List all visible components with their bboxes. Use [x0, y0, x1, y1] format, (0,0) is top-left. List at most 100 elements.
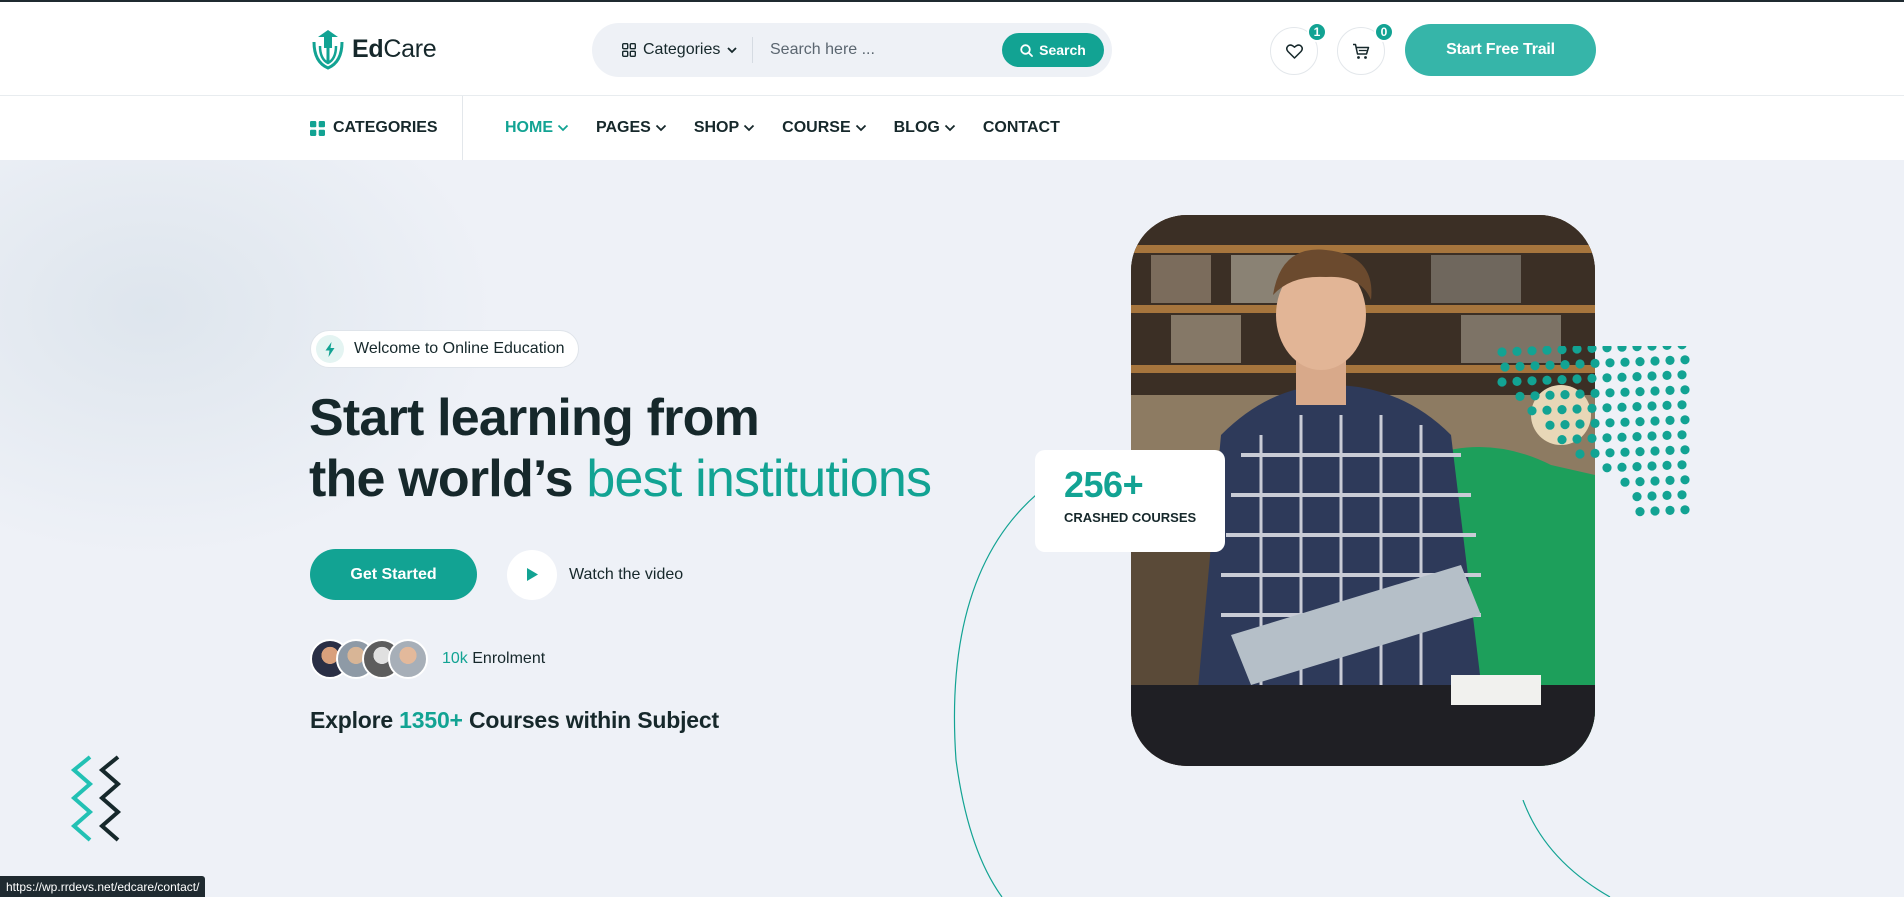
- nav-item-course[interactable]: COURSE: [782, 119, 866, 137]
- pattern-dot: [1617, 432, 1627, 442]
- search-icon: [1020, 43, 1034, 57]
- pattern-dot: [1587, 346, 1597, 353]
- pattern-dot: [1620, 357, 1630, 367]
- pattern-dot: [1605, 448, 1615, 458]
- pattern-dot: [1632, 402, 1642, 412]
- pattern-dot: [1647, 371, 1657, 381]
- pattern-dot: [1590, 418, 1600, 428]
- chevron-down-icon: [744, 124, 755, 132]
- pattern-dot: [1497, 347, 1507, 357]
- search-button-label: Search: [1039, 42, 1086, 58]
- brand-name-bold: Ed: [352, 34, 384, 63]
- search-button[interactable]: Search: [1002, 33, 1104, 67]
- pattern-dot: [1557, 435, 1567, 445]
- nav-item-blog[interactable]: BLOG: [894, 119, 956, 137]
- category-select[interactable]: Categories: [622, 23, 738, 77]
- pattern-dot: [1635, 507, 1645, 517]
- pattern-dot: [1632, 372, 1642, 382]
- dotted-pattern-decoration: [1497, 346, 1690, 517]
- play-icon: [526, 568, 538, 581]
- chevron-down-icon: [655, 124, 666, 132]
- pattern-dot: [1602, 433, 1612, 443]
- pattern-dot: [1527, 406, 1537, 416]
- enrolled-avatars: [310, 639, 428, 679]
- watch-video-label: Watch the video: [569, 565, 684, 583]
- main-navigation: CATEGORIES HOME PAGES SHOP COURSE BLOG C…: [0, 96, 1904, 160]
- pattern-dot: [1572, 346, 1582, 354]
- nav-item-home[interactable]: HOME: [505, 119, 569, 137]
- pattern-dot: [1635, 477, 1645, 487]
- pattern-dot: [1617, 346, 1627, 352]
- pattern-dot: [1605, 418, 1615, 428]
- stat-number: 256+: [1064, 464, 1144, 505]
- nav-item-label: SHOP: [693, 119, 740, 136]
- pattern-dot: [1530, 391, 1540, 401]
- explore-number: 1350+: [399, 707, 463, 733]
- pattern-dot: [1632, 462, 1642, 472]
- brand-name-rest: Care: [383, 34, 437, 63]
- explore-prefix: Explore: [310, 707, 393, 733]
- nav-item-contact[interactable]: CONTACT: [983, 119, 1060, 137]
- pattern-dot: [1635, 357, 1645, 367]
- pattern-dot: [1545, 390, 1555, 400]
- pattern-dot: [1620, 477, 1630, 487]
- pattern-dot: [1572, 434, 1582, 444]
- site-logo[interactable]: EdCare: [310, 28, 437, 70]
- courses-stat-card: 256+ CRASHED COURSES: [1035, 450, 1225, 552]
- nav-categories-button[interactable]: CATEGORIES: [310, 96, 438, 160]
- pattern-dot: [1515, 391, 1525, 401]
- pattern-dot: [1575, 359, 1585, 369]
- decorative-arc-right: [1522, 800, 1611, 897]
- pattern-dot: [1527, 376, 1537, 386]
- pattern-dot: [1662, 370, 1672, 380]
- hero-title-line1: Start learning from: [309, 389, 760, 447]
- pattern-dot: [1647, 491, 1657, 501]
- pattern-dot: [1662, 346, 1672, 350]
- pattern-dot: [1617, 402, 1627, 412]
- welcome-text: Welcome to Online Education: [354, 340, 565, 357]
- nav-item-label: HOME: [505, 119, 553, 136]
- pattern-dot: [1527, 346, 1537, 356]
- watch-video-button[interactable]: Watch the video: [507, 549, 683, 600]
- stat-label: CRASHED COURSES: [1064, 510, 1197, 525]
- category-select-label: Categories: [643, 41, 721, 58]
- pattern-dot: [1647, 346, 1657, 351]
- nav-item-shop[interactable]: SHOP: [694, 119, 755, 137]
- pattern-dot: [1650, 356, 1660, 366]
- pattern-dot: [1557, 375, 1567, 385]
- cart-count-badge: 0: [1374, 22, 1394, 42]
- hero-title: Start learning from the world’s best ins…: [309, 388, 932, 510]
- pattern-dot: [1545, 420, 1555, 430]
- pattern-dot: [1650, 386, 1660, 396]
- cart-button[interactable]: 0: [1337, 22, 1394, 75]
- nav-menu: HOME PAGES SHOP COURSE BLOG CONTACT: [505, 96, 1087, 160]
- pattern-dot: [1515, 361, 1525, 371]
- pattern-dot: [1560, 420, 1570, 430]
- pattern-dot: [1680, 415, 1690, 425]
- pattern-dot: [1632, 492, 1642, 502]
- cart-icon: [1353, 43, 1370, 59]
- get-started-button[interactable]: Get Started: [310, 549, 477, 600]
- wishlist-button[interactable]: 1: [1270, 22, 1327, 75]
- site-header: EdCare Categories Search 1 0 Start Free …: [0, 2, 1904, 96]
- pattern-dot: [1677, 346, 1687, 350]
- pattern-dot: [1647, 431, 1657, 441]
- explore-suffix: Courses within Subject: [468, 707, 719, 733]
- pattern-dot: [1560, 360, 1570, 370]
- pattern-dot: [1680, 505, 1690, 515]
- enrolment-number: 10k: [442, 650, 468, 667]
- nav-item-pages[interactable]: PAGES: [596, 119, 667, 137]
- pattern-dot: [1590, 448, 1600, 458]
- search-input[interactable]: [770, 33, 990, 67]
- welcome-badge: Welcome to Online Education: [310, 330, 580, 368]
- start-free-trial-button[interactable]: Start Free Trail: [1405, 24, 1596, 76]
- enrolment-count: 10k Enrolment: [442, 650, 545, 668]
- pattern-dot: [1575, 449, 1585, 459]
- pattern-dot: [1662, 430, 1672, 440]
- pattern-dot: [1557, 405, 1567, 415]
- pattern-dot: [1647, 401, 1657, 411]
- pattern-dot: [1557, 346, 1567, 355]
- chevron-down-icon: [944, 124, 955, 132]
- pattern-dot: [1632, 346, 1642, 352]
- pattern-dot: [1650, 416, 1660, 426]
